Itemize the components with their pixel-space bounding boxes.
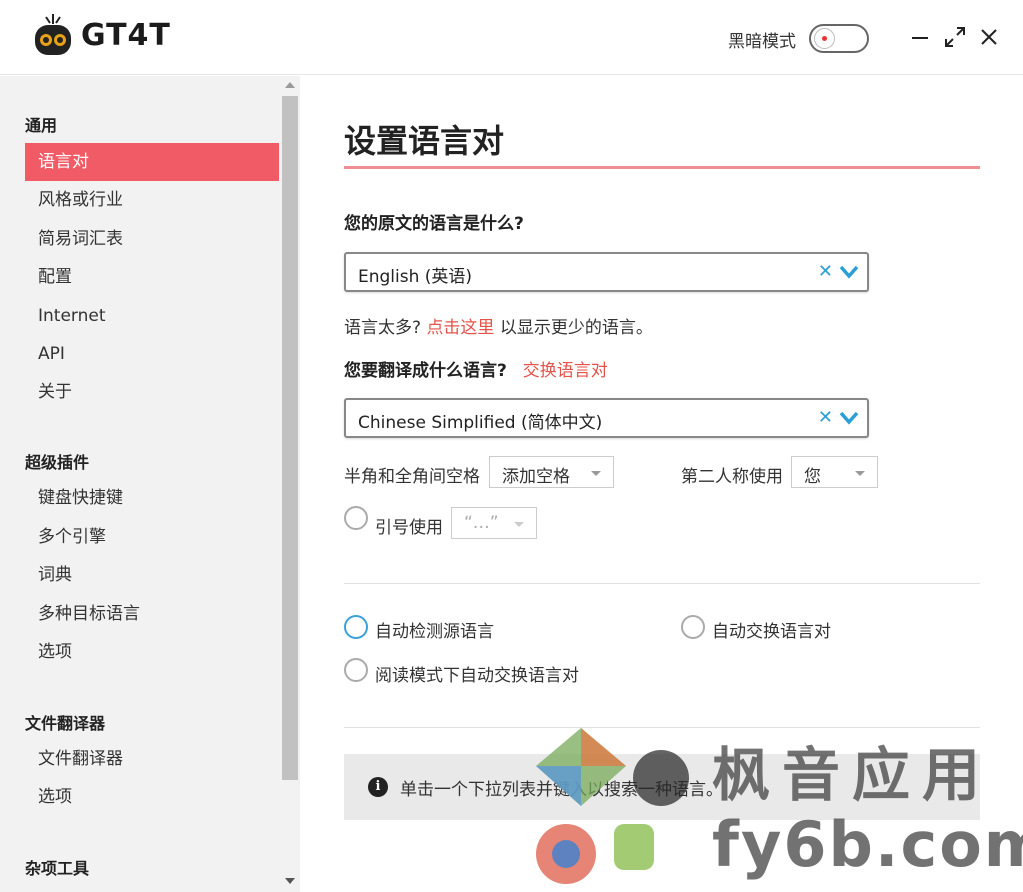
toggle-knob: [814, 28, 835, 49]
logo-text: GT4T: [81, 17, 171, 53]
auto-detect-label: 自动检测源语言: [375, 622, 494, 642]
sidebar-item-style[interactable]: 风格或行业: [25, 181, 279, 219]
auto-swap-radio[interactable]: [681, 615, 705, 639]
quote-select[interactable]: “…”: [451, 507, 537, 539]
show-fewer-link[interactable]: 点击这里: [426, 318, 494, 338]
second-person-value: 您: [804, 467, 821, 487]
sidebar-section-general: 通用: [25, 116, 58, 135]
quote-usage-label: 引号使用: [375, 518, 443, 538]
title-divider: [344, 166, 980, 169]
sidebar-item-about[interactable]: 关于: [25, 373, 279, 411]
target-language-question: 您要翻译成什么语言?: [344, 361, 507, 381]
dark-mode-label: 黑暗模式: [728, 32, 796, 52]
chevron-down-icon[interactable]: [839, 410, 859, 426]
sidebar-section-misc-tools: 杂项工具: [25, 859, 90, 878]
close-icon: [981, 29, 997, 45]
sidebar-item-plugin-options[interactable]: 选项: [25, 633, 279, 671]
sidebar-item-api[interactable]: API: [25, 335, 279, 373]
second-person-label: 第二人称使用: [681, 467, 783, 487]
clear-icon[interactable]: ✕: [818, 261, 833, 282]
dark-mode-toggle[interactable]: [809, 24, 869, 53]
target-language-select[interactable]: Chinese Simplified (简体中文) ✕: [344, 398, 869, 438]
space-label: 半角和全角间空格: [344, 467, 480, 487]
app-header: GT4T 黑暗模式: [0, 0, 1023, 75]
sidebar-item-file-translator[interactable]: 文件翻译器: [25, 740, 279, 778]
sidebar-scroll-thumb[interactable]: [282, 96, 298, 780]
robot-logo-icon: [35, 14, 71, 55]
auto-detect-radio[interactable]: [344, 615, 368, 639]
source-language-select[interactable]: English (英语) ✕: [344, 252, 869, 292]
quote-usage-radio[interactable]: [344, 506, 368, 530]
quote-value: “…”: [464, 513, 499, 533]
minimize-icon: [912, 37, 928, 39]
hint-prefix: 语言太多?: [344, 318, 422, 338]
info-icon: i: [368, 777, 388, 797]
sidebar-item-internet[interactable]: Internet: [25, 297, 279, 335]
sidebar-item-engines[interactable]: 多个引擎: [25, 518, 279, 556]
reading-mode-swap-radio[interactable]: [344, 658, 368, 682]
minimize-button[interactable]: [907, 24, 933, 50]
caret-down-icon: [855, 471, 865, 476]
clear-icon[interactable]: ✕: [818, 407, 833, 428]
scroll-down-icon[interactable]: [285, 878, 295, 884]
hint-suffix: 以显示更少的语言。: [499, 318, 653, 338]
sidebar-section-super-plugin: 超级插件: [25, 453, 90, 472]
app-logo: GT4T: [33, 12, 171, 58]
scroll-up-icon[interactable]: [285, 82, 295, 88]
expand-icon: [945, 27, 965, 47]
page-title: 设置语言对: [344, 122, 505, 160]
sidebar-item-file-options[interactable]: 选项: [25, 778, 279, 816]
sidebar-item-shortcuts[interactable]: 键盘快捷键: [25, 479, 279, 517]
watermark-url: fy6b.com: [712, 808, 1023, 881]
target-language-question-row: 您要翻译成什么语言? 交换语言对: [344, 356, 608, 381]
language-hint: 语言太多? 点击这里 以显示更少的语言。: [344, 313, 653, 338]
space-select[interactable]: 添加空格: [489, 456, 614, 488]
auto-swap-label: 自动交换语言对: [712, 622, 831, 642]
caret-down-icon: [591, 471, 601, 476]
sidebar-section-file-translator: 文件翻译器: [25, 714, 106, 733]
source-language-value: English (英语): [358, 267, 473, 287]
maximize-button[interactable]: [942, 24, 968, 50]
target-language-value: Chinese Simplified (简体中文): [358, 413, 603, 433]
section-divider: [344, 583, 980, 584]
swap-languages-link[interactable]: 交换语言对: [523, 361, 608, 381]
chevron-down-icon[interactable]: [839, 264, 859, 280]
reading-mode-swap-label: 阅读模式下自动交换语言对: [375, 666, 579, 686]
second-person-select[interactable]: 您: [791, 456, 878, 488]
sidebar-item-language-pair[interactable]: 语言对: [25, 143, 279, 181]
space-value: 添加空格: [502, 467, 570, 487]
watermark-logo-icon: [536, 728, 689, 884]
sidebar-item-dictionary[interactable]: 词典: [25, 556, 279, 594]
sidebar-item-config[interactable]: 配置: [25, 258, 279, 296]
source-language-question: 您的原文的语言是什么?: [344, 214, 524, 234]
sidebar-item-target-languages[interactable]: 多种目标语言: [25, 595, 279, 633]
close-button[interactable]: [976, 24, 1002, 50]
watermark-text: 枫音应用: [712, 741, 993, 809]
sidebar-item-glossary[interactable]: 简易词汇表: [25, 220, 279, 258]
caret-down-icon: [514, 522, 524, 527]
